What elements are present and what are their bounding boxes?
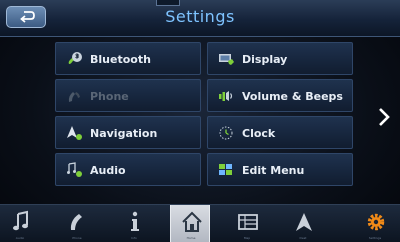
menu-item-label: Bluetooth [90, 53, 151, 66]
volume-icon [219, 91, 233, 101]
nav-tab-label: Info [131, 236, 137, 240]
nav-tab-map[interactable]: Map [227, 205, 267, 242]
map-icon [238, 214, 258, 230]
nav-tab-label: Phone [72, 236, 82, 240]
menu-item-volume-beeps[interactable]: Volume & Beeps [207, 79, 353, 112]
menu-item-edit-menu[interactable]: Edit Menu [207, 153, 353, 186]
nav-tab-phone[interactable]: Phone [57, 205, 97, 242]
home-icon [182, 211, 202, 232]
info-icon [131, 211, 139, 231]
navigation-icon [67, 126, 82, 140]
header-bar: Settings [0, 0, 400, 37]
back-button[interactable] [6, 6, 46, 28]
nav-tab-label: Dest [299, 236, 307, 240]
menu-item-label: Navigation [90, 127, 158, 140]
menu-item-audio[interactable]: Audio [55, 153, 201, 186]
menu-item-label: Display [242, 53, 288, 66]
settings-screen: Settings Bluetooth Display Phone Volume … [0, 0, 400, 242]
edit-menu-icon [219, 164, 232, 175]
music-note-icon [13, 210, 28, 231]
nav-tab-destination[interactable]: Dest [283, 205, 323, 242]
gear-icon [367, 213, 385, 231]
nav-tab-home[interactable]: Home [170, 205, 210, 242]
menu-item-label: Audio [90, 164, 126, 177]
phone-icon [68, 92, 80, 102]
menu-item-navigation[interactable]: Navigation [55, 116, 201, 149]
menu-item-clock[interactable]: Clock [207, 116, 353, 149]
nav-tab-label: Home [186, 236, 196, 240]
menu-item-bluetooth[interactable]: Bluetooth [55, 42, 201, 75]
nav-tab-settings[interactable]: Settings [355, 205, 395, 242]
menu-item-label: Volume & Beeps [242, 90, 343, 103]
nav-tab-audio[interactable]: Audio [0, 205, 40, 242]
menu-item-display[interactable]: Display [207, 42, 353, 75]
header-notch [156, 0, 180, 6]
chevron-right-icon [379, 108, 390, 126]
menu-item-phone[interactable]: Phone [55, 79, 201, 112]
nav-tab-label: Audio [15, 236, 25, 240]
navigation-arrow-icon [296, 213, 312, 231]
clock-icon [219, 126, 233, 140]
bottom-nav-bar: Audio Phone Info Home Map Dest Settings [0, 204, 400, 242]
display-icon [219, 54, 234, 65]
page-title: Settings [165, 7, 235, 26]
back-arrow-icon [20, 11, 35, 23]
menu-item-label: Phone [90, 90, 129, 103]
audio-icon [67, 162, 82, 177]
next-page-button[interactable] [377, 106, 391, 132]
nav-tab-label: Map [243, 236, 251, 240]
phone-handset-icon [70, 214, 82, 230]
menu-item-label: Edit Menu [242, 164, 305, 177]
bluetooth-icon [68, 52, 82, 64]
nav-tab-info[interactable]: Info [114, 205, 154, 242]
nav-tab-label: Settings [368, 236, 382, 240]
menu-item-label: Clock [242, 127, 276, 140]
